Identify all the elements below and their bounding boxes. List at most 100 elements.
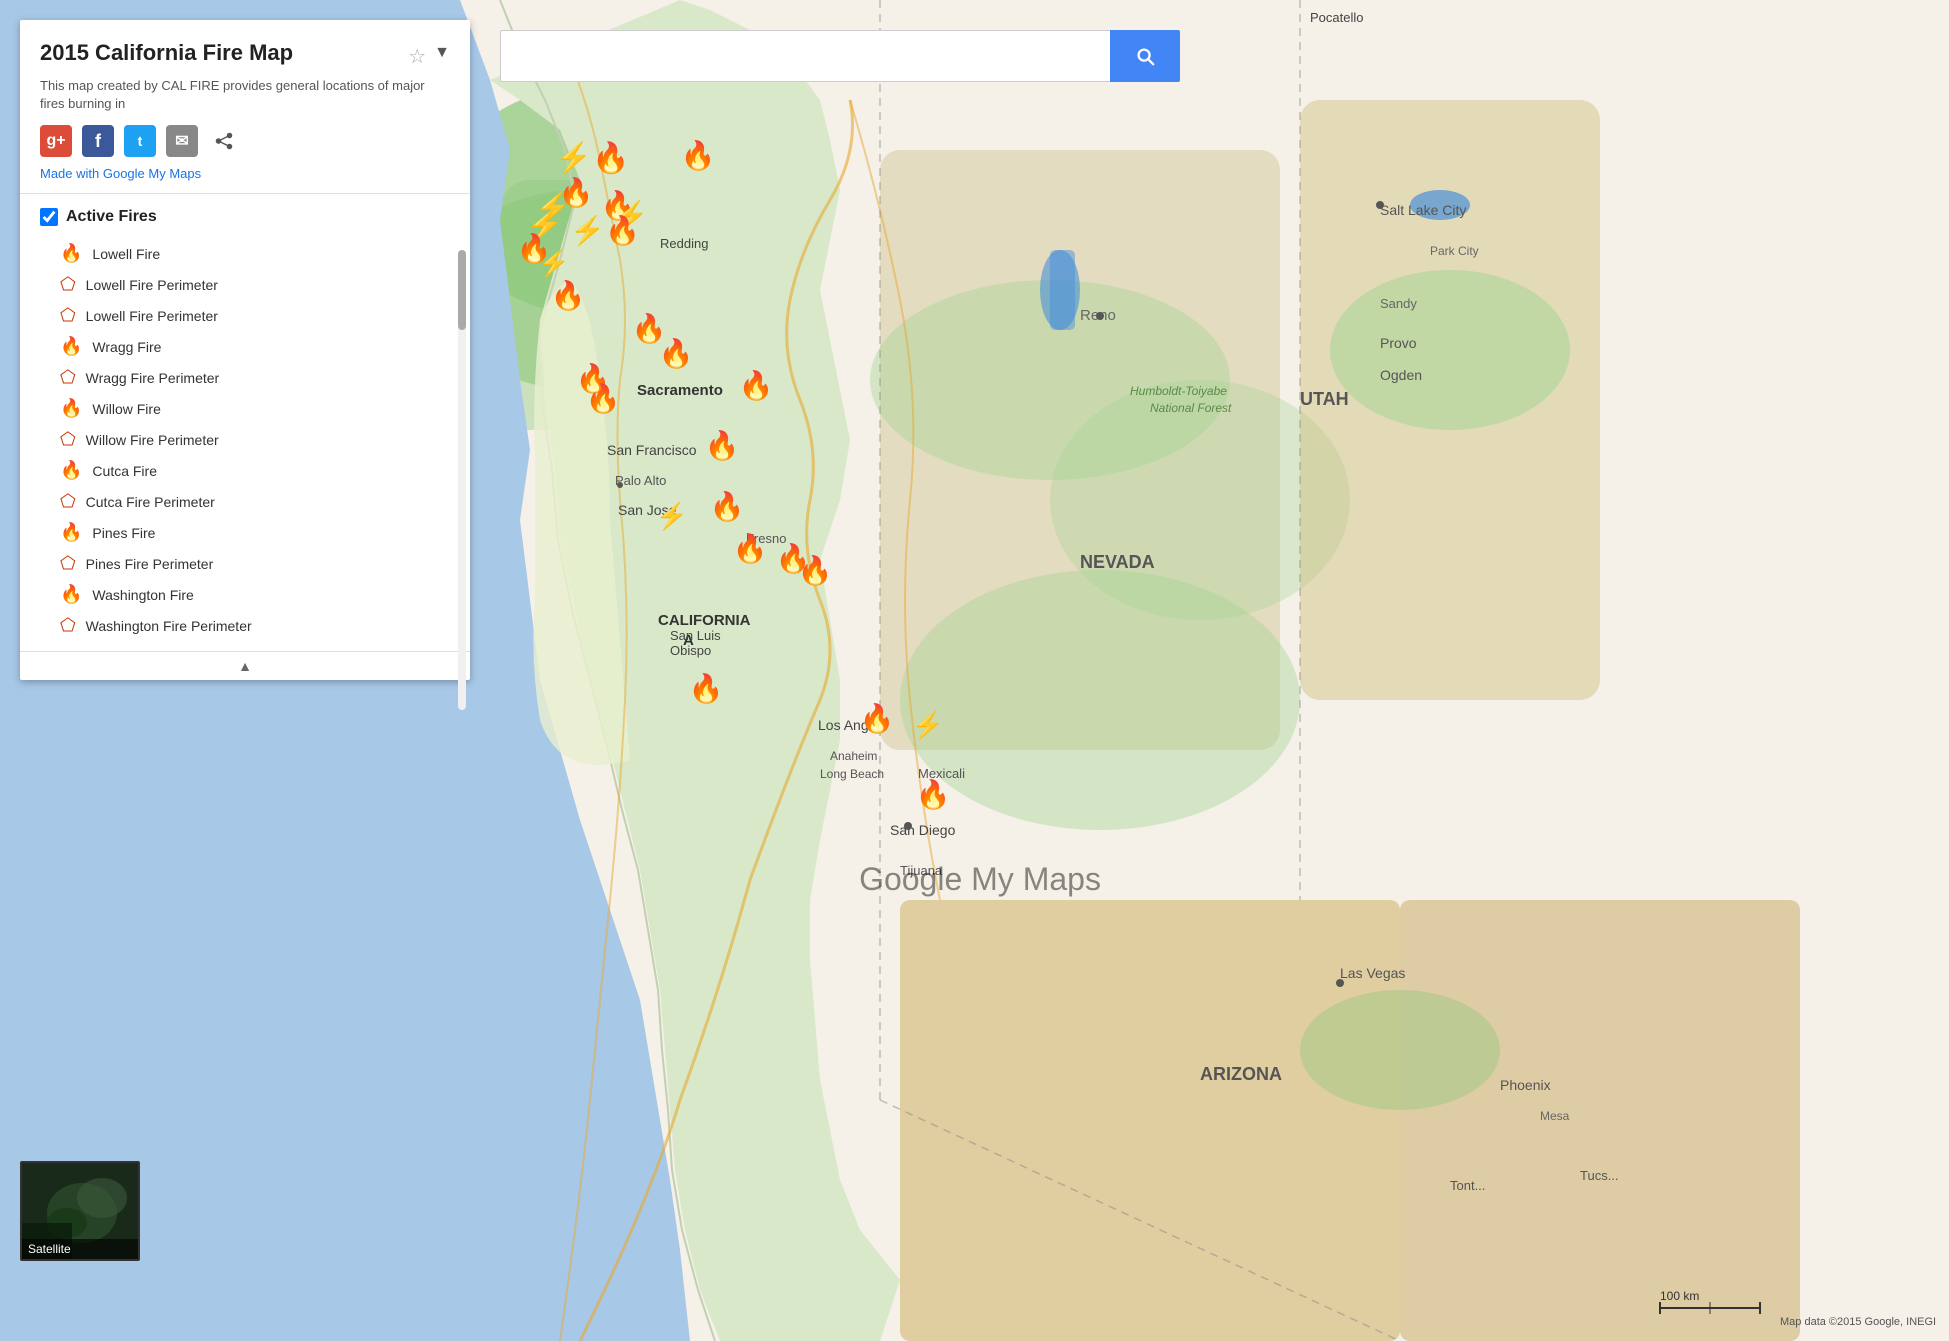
fire-icon: 🔥 bbox=[60, 336, 82, 357]
svg-text:🔥: 🔥 bbox=[681, 139, 716, 172]
svg-text:Long Beach: Long Beach bbox=[820, 767, 884, 781]
twitter-share-button[interactable]: t bbox=[124, 125, 156, 157]
svg-text:⚡🔥: ⚡🔥 bbox=[570, 214, 640, 247]
fire-icon: 🔥 bbox=[60, 584, 82, 605]
email-share-button[interactable]: ✉ bbox=[166, 125, 198, 157]
layer-item-label: Lowell Fire Perimeter bbox=[86, 308, 218, 324]
chevron-down-icon[interactable]: ▼ bbox=[434, 44, 450, 69]
sidebar-actions: ☆ ▼ bbox=[408, 44, 450, 69]
layer-item-wragg-fire-perimeter[interactable]: ⬠ Wragg Fire Perimeter bbox=[40, 362, 450, 393]
perimeter-icon: ⬠ bbox=[60, 491, 76, 512]
share-icon bbox=[213, 132, 235, 150]
svg-text:🔥: 🔥 bbox=[551, 279, 586, 312]
layer-item-pines-fire-perimeter[interactable]: ⬠ Pines Fire Perimeter bbox=[40, 548, 450, 579]
layer-item-willow-fire[interactable]: 🔥Willow Fire bbox=[40, 393, 450, 424]
svg-text:🔥: 🔥 bbox=[798, 554, 833, 587]
svg-text:Sandy: Sandy bbox=[1380, 296, 1417, 311]
search-bar bbox=[500, 30, 1180, 82]
svg-text:National Forest: National Forest bbox=[1150, 401, 1232, 415]
svg-text:Salt Lake City: Salt Lake City bbox=[1380, 202, 1466, 218]
made-with-google-maps-link[interactable]: Made with Google My Maps bbox=[40, 166, 201, 181]
svg-text:🔥: 🔥 bbox=[689, 672, 724, 705]
sidebar-description: This map created by CAL FIRE provides ge… bbox=[40, 77, 450, 113]
layer-item-lowell-fire-perimeter-1[interactable]: ⬠ Lowell Fire Perimeter bbox=[40, 269, 450, 300]
fire-icon: 🔥 bbox=[60, 522, 82, 543]
scrollbar-thumb[interactable] bbox=[458, 250, 466, 330]
layers-section: Active Fires 🔥 Lowell Fire ⬠ Lowell Fire Pe… bbox=[20, 194, 470, 651]
layer-item-cutca-fire-perimeter[interactable]: ⬠ Cutca Fire Perimeter bbox=[40, 486, 450, 517]
layer-item-lowell-fire-perimeter-2[interactable]: ⬠ Lowell Fire Perimeter bbox=[40, 300, 450, 331]
layer-item-washington-fire[interactable]: 🔥Washington Fire bbox=[40, 579, 450, 610]
svg-text:Ogden: Ogden bbox=[1380, 367, 1422, 383]
svg-text:Las Vegas: Las Vegas bbox=[1340, 965, 1405, 981]
layer-item-lowell-fire[interactable]: 🔥 Lowell Fire bbox=[40, 238, 450, 269]
fire-icon: 🔥 bbox=[60, 243, 82, 264]
layer-item-pines-fire[interactable]: 🔥 Pines Fire bbox=[40, 517, 450, 548]
search-input[interactable] bbox=[500, 30, 1110, 82]
perimeter-icon: ⬠ bbox=[60, 615, 76, 636]
svg-text:NEVADA: NEVADA bbox=[1080, 552, 1155, 572]
svg-text:UTAH: UTAH bbox=[1300, 389, 1349, 409]
svg-text:🔥: 🔥 bbox=[705, 429, 740, 462]
svg-text:🔥: 🔥 bbox=[710, 490, 745, 523]
svg-text:🔥: 🔥 bbox=[733, 532, 768, 565]
facebook-share-button[interactable]: f bbox=[82, 125, 114, 157]
satellite-label: Satellite bbox=[22, 1239, 138, 1259]
svg-text:Map data ©2015 Google, INEGI: Map data ©2015 Google, INEGI bbox=[1780, 1316, 1936, 1328]
layer-item-label: Lowell Fire Perimeter bbox=[86, 277, 218, 293]
scroll-up-button[interactable]: ▲ bbox=[20, 651, 470, 680]
scrollbar-track[interactable] bbox=[458, 250, 466, 710]
layer-item-willow-fire-perimeter[interactable]: ⬠Willow Fire Perimeter bbox=[40, 424, 450, 455]
perimeter-icon: ⬠ bbox=[60, 274, 76, 295]
svg-text:Redding: Redding bbox=[660, 236, 708, 251]
svg-text:100 km: 100 km bbox=[1660, 1289, 1699, 1303]
svg-text:Humboldt-Toiyabe: Humboldt-Toiyabe bbox=[1130, 384, 1227, 398]
layer-item-label: Wragg Fire bbox=[92, 339, 161, 355]
svg-text:⚡🔥: ⚡🔥 bbox=[555, 140, 630, 176]
svg-text:San Diego: San Diego bbox=[890, 822, 956, 838]
layer-item-label: Cutca Fire Perimeter bbox=[86, 494, 215, 510]
active-fires-label[interactable]: Active Fires bbox=[66, 208, 157, 226]
sidebar-title: 2015 California Fire Map bbox=[40, 40, 293, 66]
svg-text:⚡: ⚡ bbox=[912, 710, 944, 741]
search-button[interactable] bbox=[1110, 30, 1180, 82]
satellite-thumbnail[interactable]: Satellite bbox=[20, 1161, 140, 1261]
svg-text:Google My Maps: Google My Maps bbox=[859, 861, 1101, 897]
layer-item-cutca-fire[interactable]: 🔥Cutca Fire bbox=[40, 455, 450, 486]
svg-text:Pocatello: Pocatello bbox=[1310, 10, 1363, 25]
layer-item-label: Willow Fire bbox=[92, 401, 160, 417]
perimeter-icon: ⬠ bbox=[60, 553, 76, 574]
layer-list: 🔥 Lowell Fire ⬠ Lowell Fire Perimeter ⬠ Lowel… bbox=[40, 238, 450, 641]
svg-text:San Francisco: San Francisco bbox=[607, 442, 697, 458]
layer-item-label: Lowell Fire bbox=[92, 246, 160, 262]
more-share-button[interactable] bbox=[208, 125, 240, 157]
svg-text:Provo: Provo bbox=[1380, 335, 1417, 351]
svg-text:Tucs...: Tucs... bbox=[1580, 1168, 1619, 1183]
svg-text:🔥: 🔥 bbox=[916, 778, 951, 811]
search-icon bbox=[1134, 45, 1156, 67]
layer-item-label: Pines Fire bbox=[92, 525, 155, 541]
sidebar: 2015 California Fire Map ☆ ▼ This map cr… bbox=[20, 20, 470, 680]
layer-item-wragg-fire[interactable]: 🔥 Wragg Fire bbox=[40, 331, 450, 362]
google-plus-share-button[interactable]: g+ bbox=[40, 125, 72, 157]
svg-text:⚡: ⚡ bbox=[656, 501, 688, 532]
star-icon[interactable]: ☆ bbox=[408, 44, 426, 69]
svg-text:Sacramento: Sacramento bbox=[637, 382, 723, 399]
svg-text:Phoenix: Phoenix bbox=[1500, 1077, 1551, 1093]
svg-text:🔥: 🔥 bbox=[860, 702, 895, 735]
svg-text:Obispo: Obispo bbox=[670, 643, 711, 658]
layer-item-label: Pines Fire Perimeter bbox=[86, 556, 214, 572]
perimeter-icon: ⬠ bbox=[60, 305, 76, 326]
svg-text:CALIFORNIA: CALIFORNIA bbox=[658, 612, 751, 629]
layer-item-label: Washington Fire Perimeter bbox=[86, 618, 252, 634]
perimeter-icon: ⬠ bbox=[60, 367, 76, 388]
svg-text:🔥: 🔥 bbox=[586, 382, 621, 415]
layer-item-label: Wragg Fire Perimeter bbox=[86, 370, 220, 386]
svg-text:Anaheim: Anaheim bbox=[830, 749, 877, 763]
active-fires-checkbox[interactable] bbox=[40, 208, 58, 226]
perimeter-icon: ⬠ bbox=[60, 429, 76, 450]
svg-text:Tont...: Tont... bbox=[1450, 1178, 1485, 1193]
fire-icon: 🔥 bbox=[60, 460, 82, 481]
layer-item-washington-fire-perimeter[interactable]: ⬠ Washington Fire Perimeter bbox=[40, 610, 450, 641]
active-fires-header: Active Fires bbox=[40, 208, 450, 226]
